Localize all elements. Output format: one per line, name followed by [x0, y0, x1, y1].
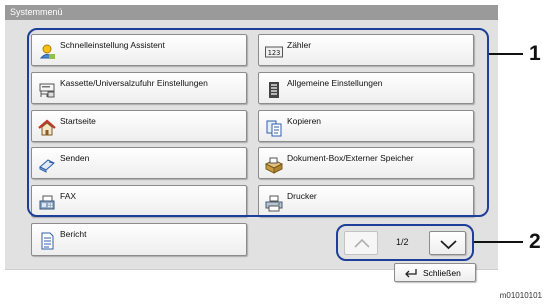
close-button-label: Schließen: [423, 268, 461, 278]
enter-return-icon: [405, 269, 417, 278]
menu-button-label: Startseite: [60, 116, 96, 126]
menu-button-copy[interactable]: Kopieren: [258, 110, 474, 142]
page-down-button[interactable]: [429, 231, 466, 255]
callout-line-1: [489, 53, 523, 55]
report-icon: [38, 232, 56, 250]
cassette-icon: [38, 81, 56, 99]
menu-button-label: Senden: [60, 153, 90, 163]
chevron-up-icon: [354, 238, 370, 248]
document-box-icon: [265, 156, 283, 174]
menu-button-printer[interactable]: Drucker: [258, 185, 474, 217]
menu-button-counter[interactable]: 123 Zähler: [258, 34, 474, 66]
page-up-button[interactable]: [344, 231, 378, 255]
svg-text:123: 123: [268, 49, 281, 57]
menu-button-cassette-settings[interactable]: Kassette/Universalzufuhr Einstellungen: [31, 72, 247, 104]
menu-button-send[interactable]: Senden: [31, 147, 247, 179]
wizard-icon: [38, 43, 56, 61]
printer-icon: [265, 194, 283, 212]
menu-button-fax[interactable]: FAX: [31, 185, 247, 217]
menu-button-label: Drucker: [287, 191, 317, 201]
menu-button-label: Kassette/Universalzufuhr Einstellungen: [60, 78, 208, 88]
general-settings-icon: [265, 81, 283, 99]
menu-button-label: Allgemeine Einstellungen: [287, 78, 383, 88]
menu-button-label: Dokument-Box/Externer Speicher: [287, 153, 414, 163]
menu-button-general-settings[interactable]: Allgemeine Einstellungen: [258, 72, 474, 104]
counter-icon: 123: [265, 43, 283, 61]
window-title: Systemmenü: [5, 5, 498, 20]
menu-button-quick-setup-wizard[interactable]: Schnelleinstellung Assistent: [31, 34, 247, 66]
send-icon: [38, 156, 56, 174]
close-button[interactable]: Schließen: [394, 263, 476, 282]
menu-button-home[interactable]: Startseite: [31, 110, 247, 142]
menu-button-label: FAX: [60, 191, 77, 201]
menu-button-label: Bericht: [60, 229, 87, 239]
menu-button-label: Zähler: [287, 40, 312, 50]
copy-icon: [265, 119, 283, 137]
home-icon: [38, 119, 56, 137]
page-indicator: 1/2: [396, 237, 409, 247]
menu-button-document-box[interactable]: Dokument-Box/Externer Speicher: [258, 147, 474, 179]
fax-icon: [38, 194, 56, 212]
callout-number-2: 2: [529, 230, 541, 253]
callout-number-1: 1: [529, 42, 541, 65]
menu-button-report[interactable]: Bericht: [31, 223, 247, 256]
menu-button-label: Kopieren: [287, 116, 322, 126]
chevron-down-icon: [440, 240, 457, 250]
figure-id: m01010101: [499, 291, 542, 300]
menu-button-label: Schnelleinstellung Assistent: [60, 40, 165, 50]
callout-line-2: [474, 241, 523, 243]
